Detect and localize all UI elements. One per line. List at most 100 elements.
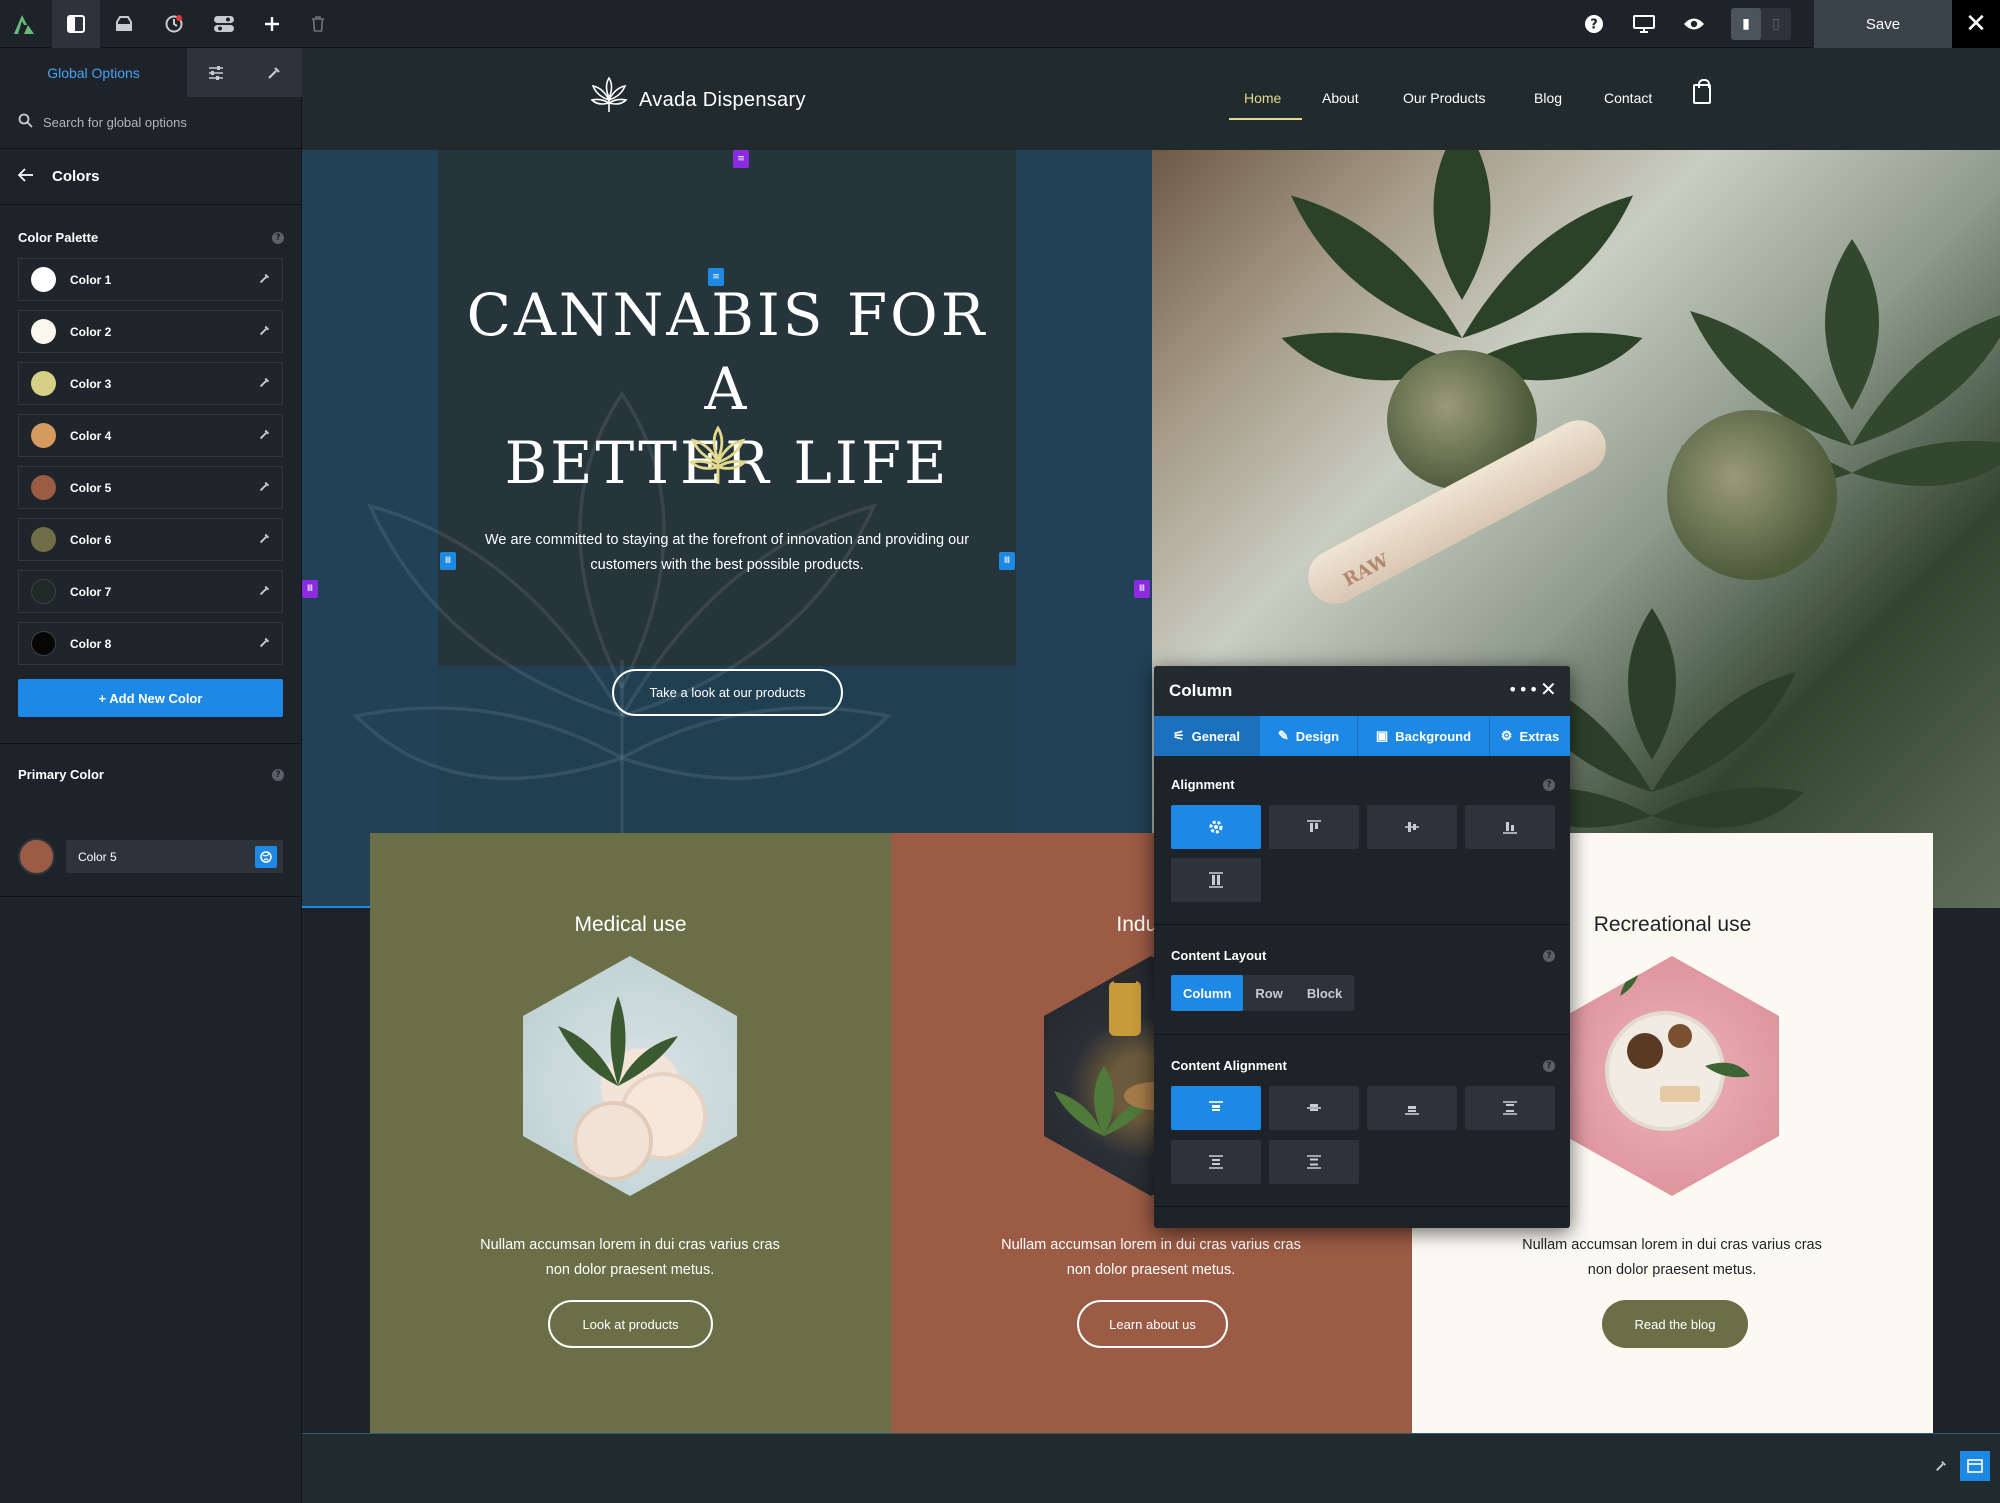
palette-color-row[interactable]: Color 1 [18,258,283,301]
cart-icon[interactable] [1693,79,1711,104]
container-drag-handle[interactable]: ≡ [733,150,749,168]
tab-extras[interactable]: ⚙ Extras [1490,716,1570,756]
help-icon[interactable]: ? [1570,0,1618,48]
sidebar-toggle-icon[interactable] [52,0,100,48]
content-space-between-button[interactable] [1465,1086,1555,1130]
hero-container[interactable]: CANNABIS FOR A BETTER LIFE We are commit… [302,150,1152,912]
eyedropper-icon[interactable] [259,585,270,599]
search-input[interactable] [43,115,283,130]
preview-eye-icon[interactable] [1670,0,1718,48]
desktop-icon[interactable] [1620,0,1668,48]
save-button[interactable]: Save [1814,0,1952,48]
primary-color-swatch[interactable] [18,838,55,875]
more-options-icon[interactable]: ••• [1508,680,1539,699]
trash-icon[interactable] [294,0,342,48]
card-text-line-1: Nullam accumsan lorem in dui cras varius… [480,1237,780,1253]
color-swatch[interactable] [31,267,56,292]
toggles-icon[interactable] [200,0,248,48]
align-top-button[interactable] [1269,805,1359,849]
sliders-icon[interactable] [187,48,245,97]
primary-color-select[interactable]: Color 5 [66,840,283,873]
eyedropper-icon[interactable] [259,533,270,547]
palette-color-row[interactable]: Color 5 [18,466,283,509]
align-bottom-button[interactable] [1465,805,1555,849]
content-align-center-button[interactable] [1269,1086,1359,1130]
layout-column-option[interactable]: Column [1171,975,1244,1011]
layout-row-option[interactable]: Row [1243,975,1294,1011]
help-icon[interactable]: ? [272,769,284,781]
eyedropper-icon[interactable] [1926,1451,1956,1481]
color-swatch[interactable] [31,423,56,448]
palette-color-row[interactable]: Color 7 [18,570,283,613]
align-center-button[interactable] [1367,805,1457,849]
nav-our-products[interactable]: Our Products [1403,90,1485,106]
column-resize-handle-right[interactable]: Ⅲ [999,552,1015,570]
palette-color-row[interactable]: Color 6 [18,518,283,561]
container-resize-handle-left[interactable]: Ⅲ [302,580,318,598]
read-the-blog-button[interactable]: Read the blog [1602,1300,1748,1348]
add-new-color-button[interactable]: + Add New Color [18,679,283,717]
color-label: Color 7 [70,584,112,599]
palette-color-row[interactable]: Color 2 [18,310,283,353]
products-cta-button[interactable]: Take a look at our products [612,669,843,716]
palette-color-row[interactable]: Color 3 [18,362,283,405]
column-drag-handle[interactable]: ≡ [708,268,724,286]
template-icon[interactable]: ▯ [1761,8,1791,40]
column-resize-handle-left[interactable]: Ⅲ [440,552,456,570]
page-icon[interactable]: ▮ [1731,8,1761,40]
content-align-end-button[interactable] [1367,1086,1457,1130]
site-logo[interactable]: Avada Dispensary [589,76,806,125]
help-icon[interactable]: ? [1543,1060,1555,1072]
layout-block-option[interactable]: Block [1295,975,1354,1011]
nav-home[interactable]: Home [1244,90,1281,106]
learn-about-us-button[interactable]: Learn about us [1077,1300,1228,1348]
container-resize-handle-right[interactable]: Ⅲ [1134,580,1150,598]
library-icon[interactable] [100,0,148,48]
tab-background[interactable]: ▣ Background [1358,716,1490,756]
globe-icon[interactable] [255,846,277,868]
palette-color-row[interactable]: Color 4 [18,414,283,457]
tab-global-options[interactable]: Global Options [0,48,187,97]
close-icon[interactable]: ✕ [1540,677,1557,701]
color-swatch[interactable] [31,527,56,552]
eyedropper-icon[interactable] [259,637,270,651]
color-swatch[interactable] [31,319,56,344]
history-icon[interactable] [150,0,198,48]
add-icon[interactable] [248,0,296,48]
nav-active-underline [1229,118,1302,120]
color-swatch[interactable] [31,579,56,604]
help-icon[interactable]: ? [272,232,284,244]
color-swatch[interactable] [31,475,56,500]
look-at-products-button[interactable]: Look at products [548,1300,713,1348]
page-mode-toggle[interactable]: ▮ ▯ [1731,8,1791,40]
align-stretch-button[interactable] [1171,858,1261,902]
content-space-around-button[interactable] [1171,1140,1261,1184]
layout-icon[interactable] [1960,1451,1990,1481]
color-swatch[interactable] [31,371,56,396]
tab-general[interactable]: ⚟ General [1154,716,1260,756]
space-evenly-icon [1307,1155,1321,1169]
eyedropper-icon[interactable] [259,273,270,287]
eyedropper-icon[interactable] [259,481,270,495]
avada-logo-icon[interactable] [0,0,48,48]
eyedropper-icon[interactable] [259,377,270,391]
nav-contact[interactable]: Contact [1604,90,1652,106]
card-text-line-1: Nullam accumsan lorem in dui cras varius… [1522,1237,1822,1253]
help-icon[interactable]: ? [1543,950,1555,962]
nav-blog[interactable]: Blog [1534,90,1562,106]
eyedropper-icon[interactable] [245,48,302,97]
eyedropper-icon[interactable] [259,429,270,443]
help-icon[interactable]: ? [1543,779,1555,791]
colors-section-header[interactable]: Colors [0,149,302,205]
content-align-start-button[interactable] [1171,1086,1261,1130]
close-builder-button[interactable]: ✕ [1952,0,2000,48]
align-auto-button[interactable] [1171,805,1261,849]
back-arrow-icon[interactable] [17,166,34,187]
nav-about[interactable]: About [1322,90,1359,106]
tab-design[interactable]: ✎ Design [1260,716,1358,756]
card-title: Medical use [574,913,687,936]
palette-color-row[interactable]: Color 8 [18,622,283,665]
content-space-evenly-button[interactable] [1269,1140,1359,1184]
eyedropper-icon[interactable] [259,325,270,339]
color-swatch[interactable] [31,631,56,656]
